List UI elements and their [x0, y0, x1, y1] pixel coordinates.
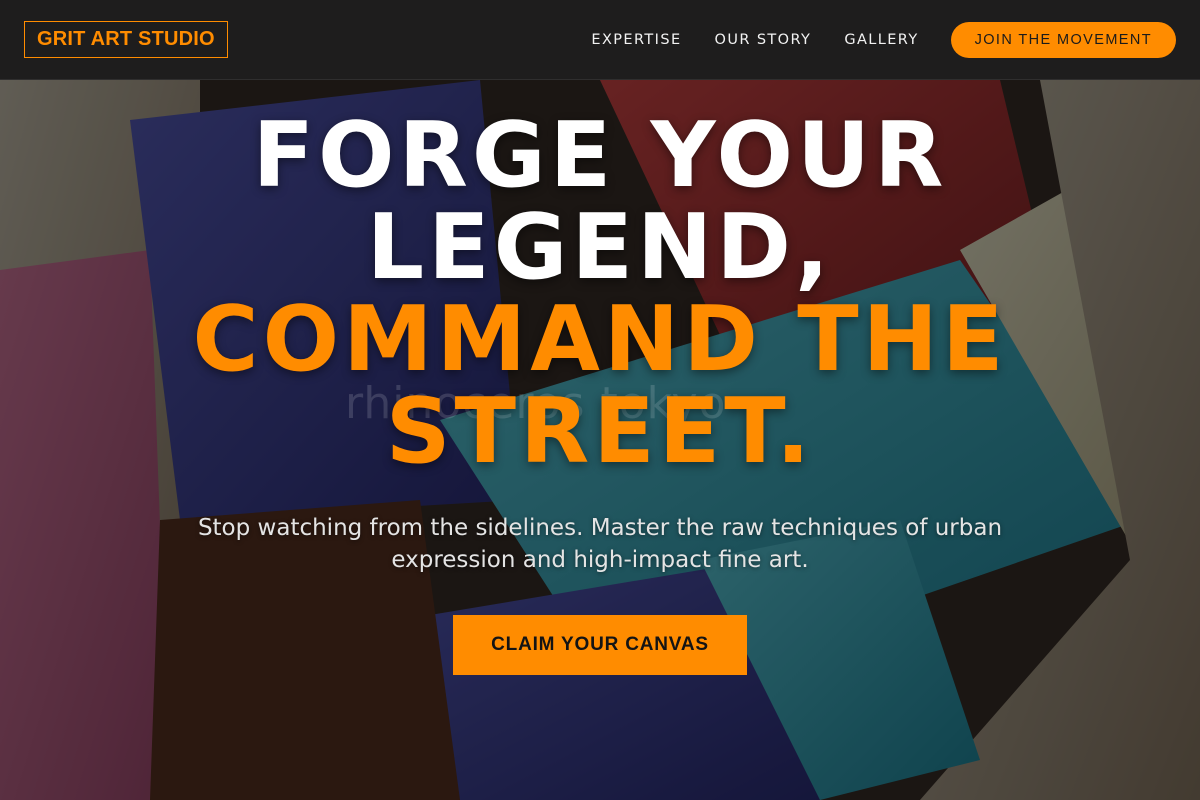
claim-canvas-button[interactable]: CLAIM YOUR CANVAS — [453, 615, 747, 675]
hero-headline: FORGE YOUR LEGEND, COMMAND THE STREET. — [0, 110, 1200, 478]
join-movement-button[interactable]: JOIN THE MOVEMENT — [950, 21, 1176, 58]
nav-link-expertise[interactable]: EXPERTISE — [591, 32, 681, 48]
nav-link-our-story[interactable]: OUR STORY — [715, 32, 812, 48]
headline-accent-line-2: STREET. — [385, 379, 815, 484]
studio-logo[interactable]: GRIT ART STUDIO — [24, 21, 228, 58]
top-navbar: GRIT ART STUDIO EXPERTISE OUR STORY GALL… — [0, 0, 1200, 80]
nav-link-gallery[interactable]: GALLERY — [844, 32, 918, 48]
hero-subtitle: Stop watching from the sidelines. Master… — [197, 515, 1003, 573]
headline-accent-line-1: COMMAND THE — [192, 287, 1008, 392]
headline-line-2: LEGEND, — [366, 195, 834, 300]
hero-section: FORGE YOUR LEGEND, COMMAND THE STREET. S… — [0, 110, 1200, 675]
headline-line-1: FORGE YOUR — [252, 103, 948, 208]
nav-links: EXPERTISE OUR STORY GALLERY JOIN THE MOV… — [558, 21, 1176, 58]
